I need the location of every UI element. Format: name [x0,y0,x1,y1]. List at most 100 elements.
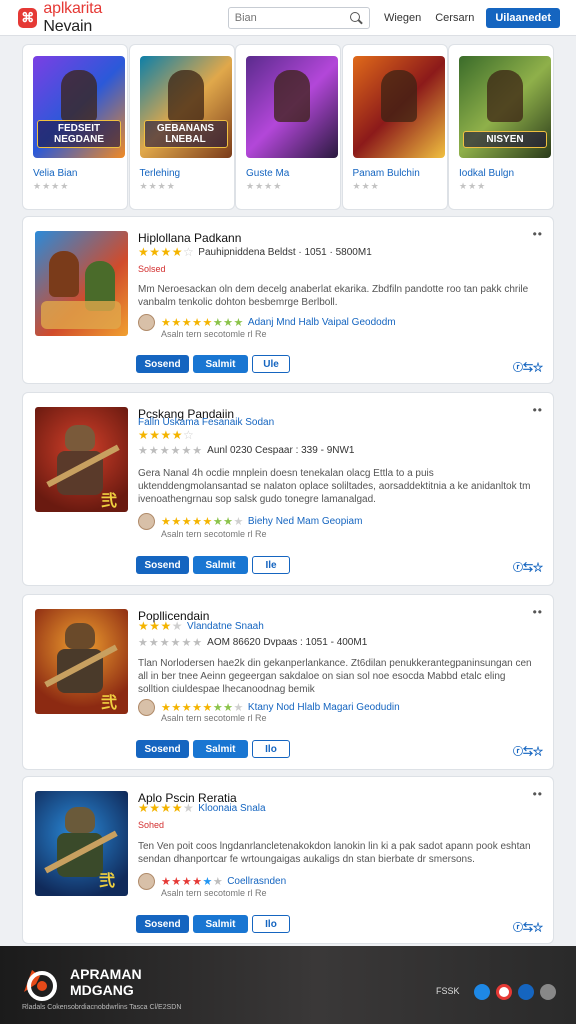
meta-row: ★★★★★★ AOM 86620 Dvpaas : 1051 - 400M1 [138,636,367,649]
app-subtitle[interactable]: Falln Uskama Fesanaik Sodan [138,417,274,428]
featured-thumbnail[interactable] [352,56,445,158]
star-rating: ★★★★ [138,619,184,633]
app-subtitle[interactable]: Kloonaia Snala [198,803,265,814]
app-thumbnail[interactable]: 弐 [35,791,128,896]
featured-rating: ★★★ [352,181,380,191]
featured-title[interactable]: Panam Bulchin [353,168,437,179]
more-options-icon[interactable]: •• [533,605,543,619]
featured-thumbnail[interactable]: GEBANANS LNEBAL [139,56,232,158]
featured-title[interactable]: Iodkal Bulgn [459,168,543,179]
more-options-icon[interactable]: •• [533,403,543,417]
social-label: FSSK [436,986,460,996]
action-buttons: Sosend Salmit Ule [136,355,294,373]
avatar [138,314,155,331]
footer: APRAMAN MDGANG FSSK [0,946,576,1024]
app-store-logo-icon[interactable]: ⌘ [18,7,38,28]
app-meta: Aunl 0230 Cespaar : 339 - 9NW1 [207,445,355,456]
action-buttons: Sosend Salmit Ilo [136,740,294,758]
review-stars: ★★★★★★★★ [161,317,244,329]
site-logo-text[interactable]: aplkarita Nevain [43,0,151,36]
star-rating: ★★★★☆ [138,245,195,259]
app-card: 弐 Aplo Pscin Reratia ★★★★★ Kloonaia Snal… [22,776,554,944]
footer-brand[interactable]: APRAMAN MDGANG [70,966,142,998]
featured-figure [61,70,97,122]
logo-text-dark: Nevain [43,17,93,35]
app-thumbnail[interactable]: 弐 [35,609,128,714]
featured-title[interactable]: Guste Ma [246,168,330,179]
primary-action-button[interactable]: Sosend [136,740,189,758]
featured-card[interactable]: GEBANANS LNEBAL Terlehing ★★★★ [128,44,235,210]
primary-action-button[interactable]: Sosend [136,915,189,933]
search-input[interactable] [234,11,349,24]
featured-rating: ★★★★ [33,181,70,191]
gray-stars: ★★★★★★ [138,637,204,649]
app-meta: Pauhipniddena Beldst · 1051 · 5800M1 [198,246,372,258]
outline-action-button[interactable]: Ile [252,556,290,574]
secondary-action-button[interactable]: Salmit [193,355,248,373]
app-thumbnail[interactable]: 弐 [35,407,128,512]
rating-row: ★★★★☆ Pauhipniddena Beldst · 1051 · 5800… [138,245,372,259]
brand-logo-icon[interactable] [18,962,62,1004]
status-badge: Solsed [138,264,166,274]
review-author[interactable]: Biehy Ned Mam Geopiam [248,516,363,527]
chrome-icon[interactable] [496,984,512,1000]
app-meta: AOM 86620 Dvpaas : 1051 - 400M1 [207,637,368,648]
nav-link-1[interactable]: Wiegen [384,12,421,24]
location-icon[interactable] [474,984,490,1000]
share-favorite-icons[interactable]: ⓡ⇆☆ [513,919,543,934]
featured-rating: ★★★★ [139,181,176,191]
outline-action-button[interactable]: Ule [252,355,290,373]
review-subtext: Asaln tern secotomle rl Re [161,329,267,339]
featured-card[interactable]: NISYEN Iodkal Bulgn ★★★ [448,44,554,210]
review-author[interactable]: Adanj Mnd Halb Vaipal Geododm [248,317,396,328]
search-box[interactable] [227,6,370,29]
action-buttons: Sosend Salmit Ilo [136,915,294,933]
review-author[interactable]: Coellrasnden [227,876,286,887]
primary-action-button[interactable]: Sosend [136,556,189,574]
featured-art-caption: FEDSEIT NEGDANE [37,120,121,148]
featured-card[interactable]: Guste Ma ★★★★ [235,44,341,210]
app-thumbnail[interactable] [35,231,128,336]
more-options-icon[interactable]: •• [533,227,543,241]
more-options-icon[interactable]: •• [533,787,543,801]
featured-figure [274,70,310,122]
search-icon[interactable] [349,11,363,25]
action-buttons: Sosend Salmit Ile [136,556,294,574]
avatar [138,699,155,716]
header-cta-button[interactable]: Uilaanedet [486,7,560,28]
outline-action-button[interactable]: Ilo [252,740,290,758]
avatar [138,873,155,890]
outline-action-button[interactable]: Ilo [252,915,290,933]
app-description: Mm Neroesackan oln dem decelg anaberlat … [138,284,529,308]
share-favorite-icons[interactable]: ⓡ⇆☆ [513,743,543,758]
nav-link-2[interactable]: Cersarn [435,12,474,24]
app-description: Gera Nanal 4h ocdie mnplein doesn teneka… [138,468,531,505]
settings-icon[interactable] [540,984,556,1000]
gray-stars: ★★★★★★ [138,445,204,457]
avatar [138,513,155,530]
featured-card[interactable]: Panam Bulchin ★★★ [341,44,448,210]
secondary-action-button[interactable]: Salmit [193,556,248,574]
featured-thumbnail[interactable]: FEDSEIT NEGDANE [33,56,125,158]
share-favorite-icons[interactable]: ⓡ⇆☆ [513,359,543,374]
secondary-action-button[interactable]: Salmit [193,740,248,758]
globe-icon[interactable] [518,984,534,1000]
featured-card[interactable]: FEDSEIT NEGDANE Velia Bian ★★★★ [22,44,128,210]
app-subtitle[interactable]: Vlandatne Snaah [187,621,264,632]
review-author[interactable]: Ktany Nod Hlalb Magari Geodudin [248,702,400,713]
share-favorite-icons[interactable]: ⓡ⇆☆ [513,559,543,574]
app-description: Ten Ven poit coos lngdanrlancletenakokdo… [138,841,531,865]
featured-thumbnail[interactable] [246,56,338,158]
featured-rating: ★★★ [459,181,487,191]
secondary-action-button[interactable]: Salmit [193,915,248,933]
featured-thumbnail[interactable]: NISYEN [459,56,551,158]
primary-action-button[interactable]: Sosend [136,355,189,373]
featured-title[interactable]: Terlehing [140,168,224,179]
app-title[interactable]: Hiplollana Padkann [138,231,241,245]
meta-row: ★★★★★★ Aunl 0230 Cespaar : 339 - 9NW1 [138,444,354,457]
footer-copyright: Rladals Cokensobrdiacnobdwrlins Tasca Cl… [22,1004,182,1011]
review-stars: ★★★★★★★★ [161,516,244,528]
status-badge: Sohed [138,820,165,830]
footer-brand-line2: MDGANG [70,982,134,998]
featured-title[interactable]: Velia Bian [33,168,117,179]
